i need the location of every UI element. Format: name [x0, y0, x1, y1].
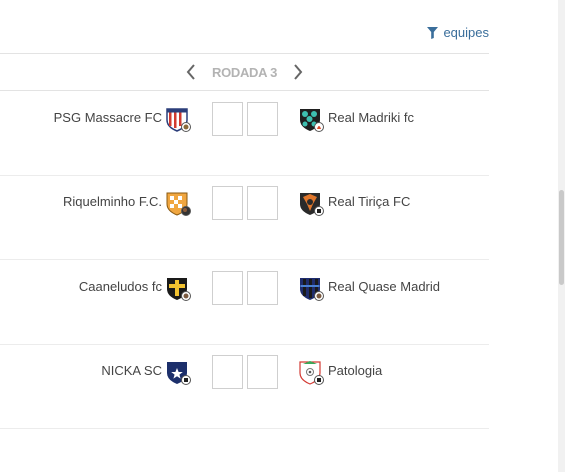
shield-crest-icon[interactable]: [299, 360, 325, 386]
match-row: NICKA SC Patologia: [0, 345, 489, 429]
home-score-input[interactable]: [212, 102, 243, 136]
away-team-name[interactable]: Real Tiriça FC: [328, 194, 410, 209]
round-title: RODADA 3: [211, 64, 277, 80]
shield-crest-icon[interactable]: [299, 107, 325, 133]
teams-filter-link[interactable]: equipes: [427, 25, 489, 40]
home-team-name[interactable]: PSG Massacre FC: [54, 110, 162, 125]
away-team-name[interactable]: Patologia: [328, 363, 382, 378]
teams-filter-label: equipes: [443, 25, 489, 40]
home-team-name[interactable]: NICKA SC: [101, 363, 162, 378]
away-team-name[interactable]: Real Madriki fc: [328, 110, 414, 125]
match-row: Riquelminho F.C. Real Tiriça FC: [0, 176, 489, 260]
scrollbar-thumb[interactable]: [559, 190, 564, 285]
shield-crest-icon[interactable]: [166, 107, 192, 133]
round-navigator: RODADA 3: [0, 53, 489, 91]
match-row: Caaneludos fc Real Quase Madrid: [0, 261, 489, 345]
chevron-right-icon[interactable]: [291, 63, 305, 81]
home-team-name[interactable]: Riquelminho F.C.: [63, 194, 162, 209]
home-score-input[interactable]: [212, 355, 243, 389]
shield-crest-icon[interactable]: [299, 191, 325, 217]
away-score-input[interactable]: [247, 355, 278, 389]
away-score-input[interactable]: [247, 102, 278, 136]
away-score-input[interactable]: [247, 271, 278, 305]
match-row: PSG Massacre FC Real Madriki fc: [0, 92, 489, 176]
chevron-left-icon[interactable]: [184, 63, 198, 81]
away-team-name[interactable]: Real Quase Madrid: [328, 279, 440, 294]
shield-crest-icon[interactable]: [166, 276, 192, 302]
shield-crest-icon[interactable]: [166, 360, 192, 386]
home-score-input[interactable]: [212, 186, 243, 220]
away-score-input[interactable]: [247, 186, 278, 220]
shield-crest-icon[interactable]: [299, 276, 325, 302]
home-score-input[interactable]: [212, 271, 243, 305]
filter-icon: [427, 26, 439, 39]
shield-crest-icon[interactable]: [166, 191, 192, 217]
app-frame: equipes RODADA 3 PSG Massacre FC Real Ma…: [0, 0, 565, 472]
matches-panel: equipes RODADA 3 PSG Massacre FC Real Ma…: [0, 0, 489, 472]
home-team-name[interactable]: Caaneludos fc: [79, 279, 162, 294]
